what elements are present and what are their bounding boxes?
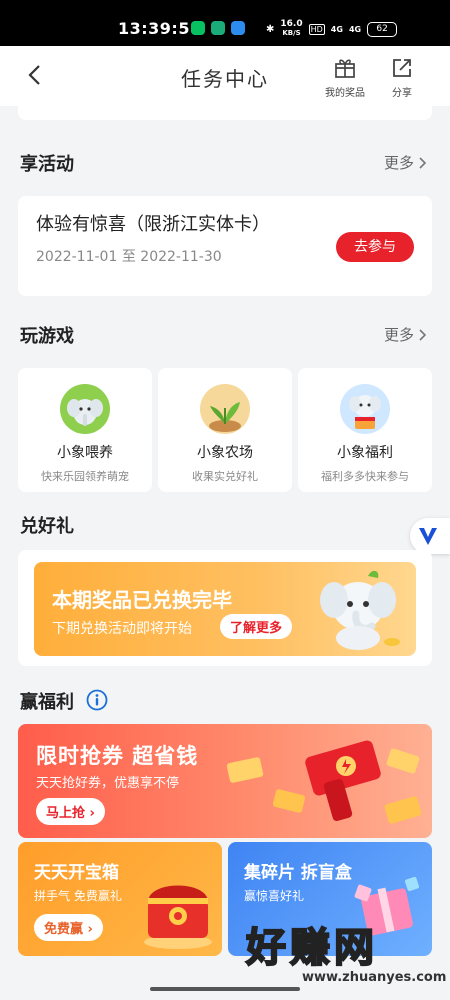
game-card-farm[interactable]: 小象农场 收果实兑好礼 [158,368,292,492]
signal-1-icon: 4G [330,24,343,34]
event-title: 体验有惊喜（限浙江实体卡） [36,214,270,235]
watermark-url: www.zhuanyes.com [302,970,447,985]
info-icon[interactable] [86,689,108,711]
battery-icon: 62 [367,21,398,37]
event-date: 2022-11-01 至 2022-11-30 [36,249,222,265]
more-label: 更多 [383,154,414,172]
my-prizes-button[interactable]: 我的奖品 [317,56,373,99]
watermark: 好赚网 www.zhuanyes.com [240,915,446,985]
free-win-button[interactable]: 免费赢 › [34,914,103,941]
signal-2-icon: 4G [348,24,362,34]
learn-more-button[interactable]: 了解更多 [220,614,293,639]
home-indicator[interactable] [150,987,300,991]
elephant-mascot-icon [320,570,400,650]
activities-section-title: 享活动 [20,154,74,175]
game-card-elephant-welfare[interactable]: 小象福利 福利多多快来参与 [298,368,432,492]
wechat-notification-icon [191,21,205,35]
coupon-banner[interactable]: 限时抢券 超省钱 天天抢好券，优惠享不停 马上抢 › [18,724,432,838]
message-notification-icon [211,21,225,35]
coupon-gun-icon [226,740,422,824]
chevron-right-icon [419,156,427,169]
farm-plant-icon [200,384,250,434]
games-section-title: 玩游戏 [20,326,74,347]
share-button[interactable]: 分享 [374,56,430,99]
treasure-subtitle: 拼手气 免费赢礼 [34,889,122,903]
elephant-welfare-icon [340,384,390,434]
treasure-box-card[interactable]: 天天开宝箱 拼手气 免费赢礼 免费赢 › [18,842,222,956]
status-time: 13:39:58 [118,19,202,38]
redeem-banner-subtitle: 下期兑换活动即将开始 [52,621,192,637]
event-card[interactable]: 体验有惊喜（限浙江实体卡） 2022-11-01 至 2022-11-30 去参… [18,196,432,296]
game-desc: 福利多多快来参与 [321,470,409,483]
floating-v-badge[interactable] [410,518,450,554]
activities-more-link[interactable]: 更多 [384,152,428,173]
chevron-right-icon [419,328,427,341]
v-logo-icon [419,528,437,545]
bluetooth-icon: ✱ [266,23,275,35]
more-label: 更多 [383,326,414,344]
watermark-logo-text: 好赚网 [245,924,378,972]
treasure-chest-icon [144,885,212,949]
app-header: 任务中心 我的奖品 分享 [0,46,450,106]
elephant-feed-icon [60,384,110,434]
status-app-icons [191,21,245,35]
hd-badge: HD [308,23,325,35]
redeem-section-title: 兑好礼 [20,516,74,537]
game-desc: 快来乐园领养萌宠 [41,470,129,483]
net-speed: 16.0 KB/S [280,19,303,38]
gift-icon [335,59,355,78]
games-more-link[interactable]: 更多 [384,324,428,345]
welfare-section-title: 赢福利 [20,692,74,713]
status-right: ✱ 16.0 KB/S HD 4G 4G 62 [266,19,398,38]
grab-coupon-button[interactable]: 马上抢 › [36,798,105,825]
share-icon [393,59,411,77]
coupon-title: 限时抢券 超省钱 [36,744,199,768]
redeem-banner[interactable]: 本期奖品已兑换完毕 下期兑换活动即将开始 了解更多 [34,562,416,656]
blindbox-title: 集碎片 拆盲盒 [244,863,352,883]
game-name: 小象农场 [197,445,253,461]
coupon-subtitle: 天天抢好券，优惠享不停 [36,776,180,791]
previous-card-edge [18,104,432,120]
my-prizes-label: 我的奖品 [325,88,365,99]
game-name: 小象喂养 [57,445,113,461]
status-bar: 13:39:58 ✱ 16.0 KB/S HD 4G 4G 62 [0,0,450,46]
app-notification-icon [231,21,245,35]
blindbox-subtitle: 赢惊喜好礼 [244,889,305,903]
treasure-title: 天天开宝箱 [34,863,119,883]
share-label: 分享 [392,88,412,99]
redeem-banner-title: 本期奖品已兑换完毕 [52,588,232,612]
game-card-elephant-feed[interactable]: 小象喂养 快来乐园领养萌宠 [18,368,152,492]
game-desc: 收果实兑好礼 [192,470,258,483]
join-button[interactable]: 去参与 [336,232,414,262]
game-name: 小象福利 [337,445,393,461]
